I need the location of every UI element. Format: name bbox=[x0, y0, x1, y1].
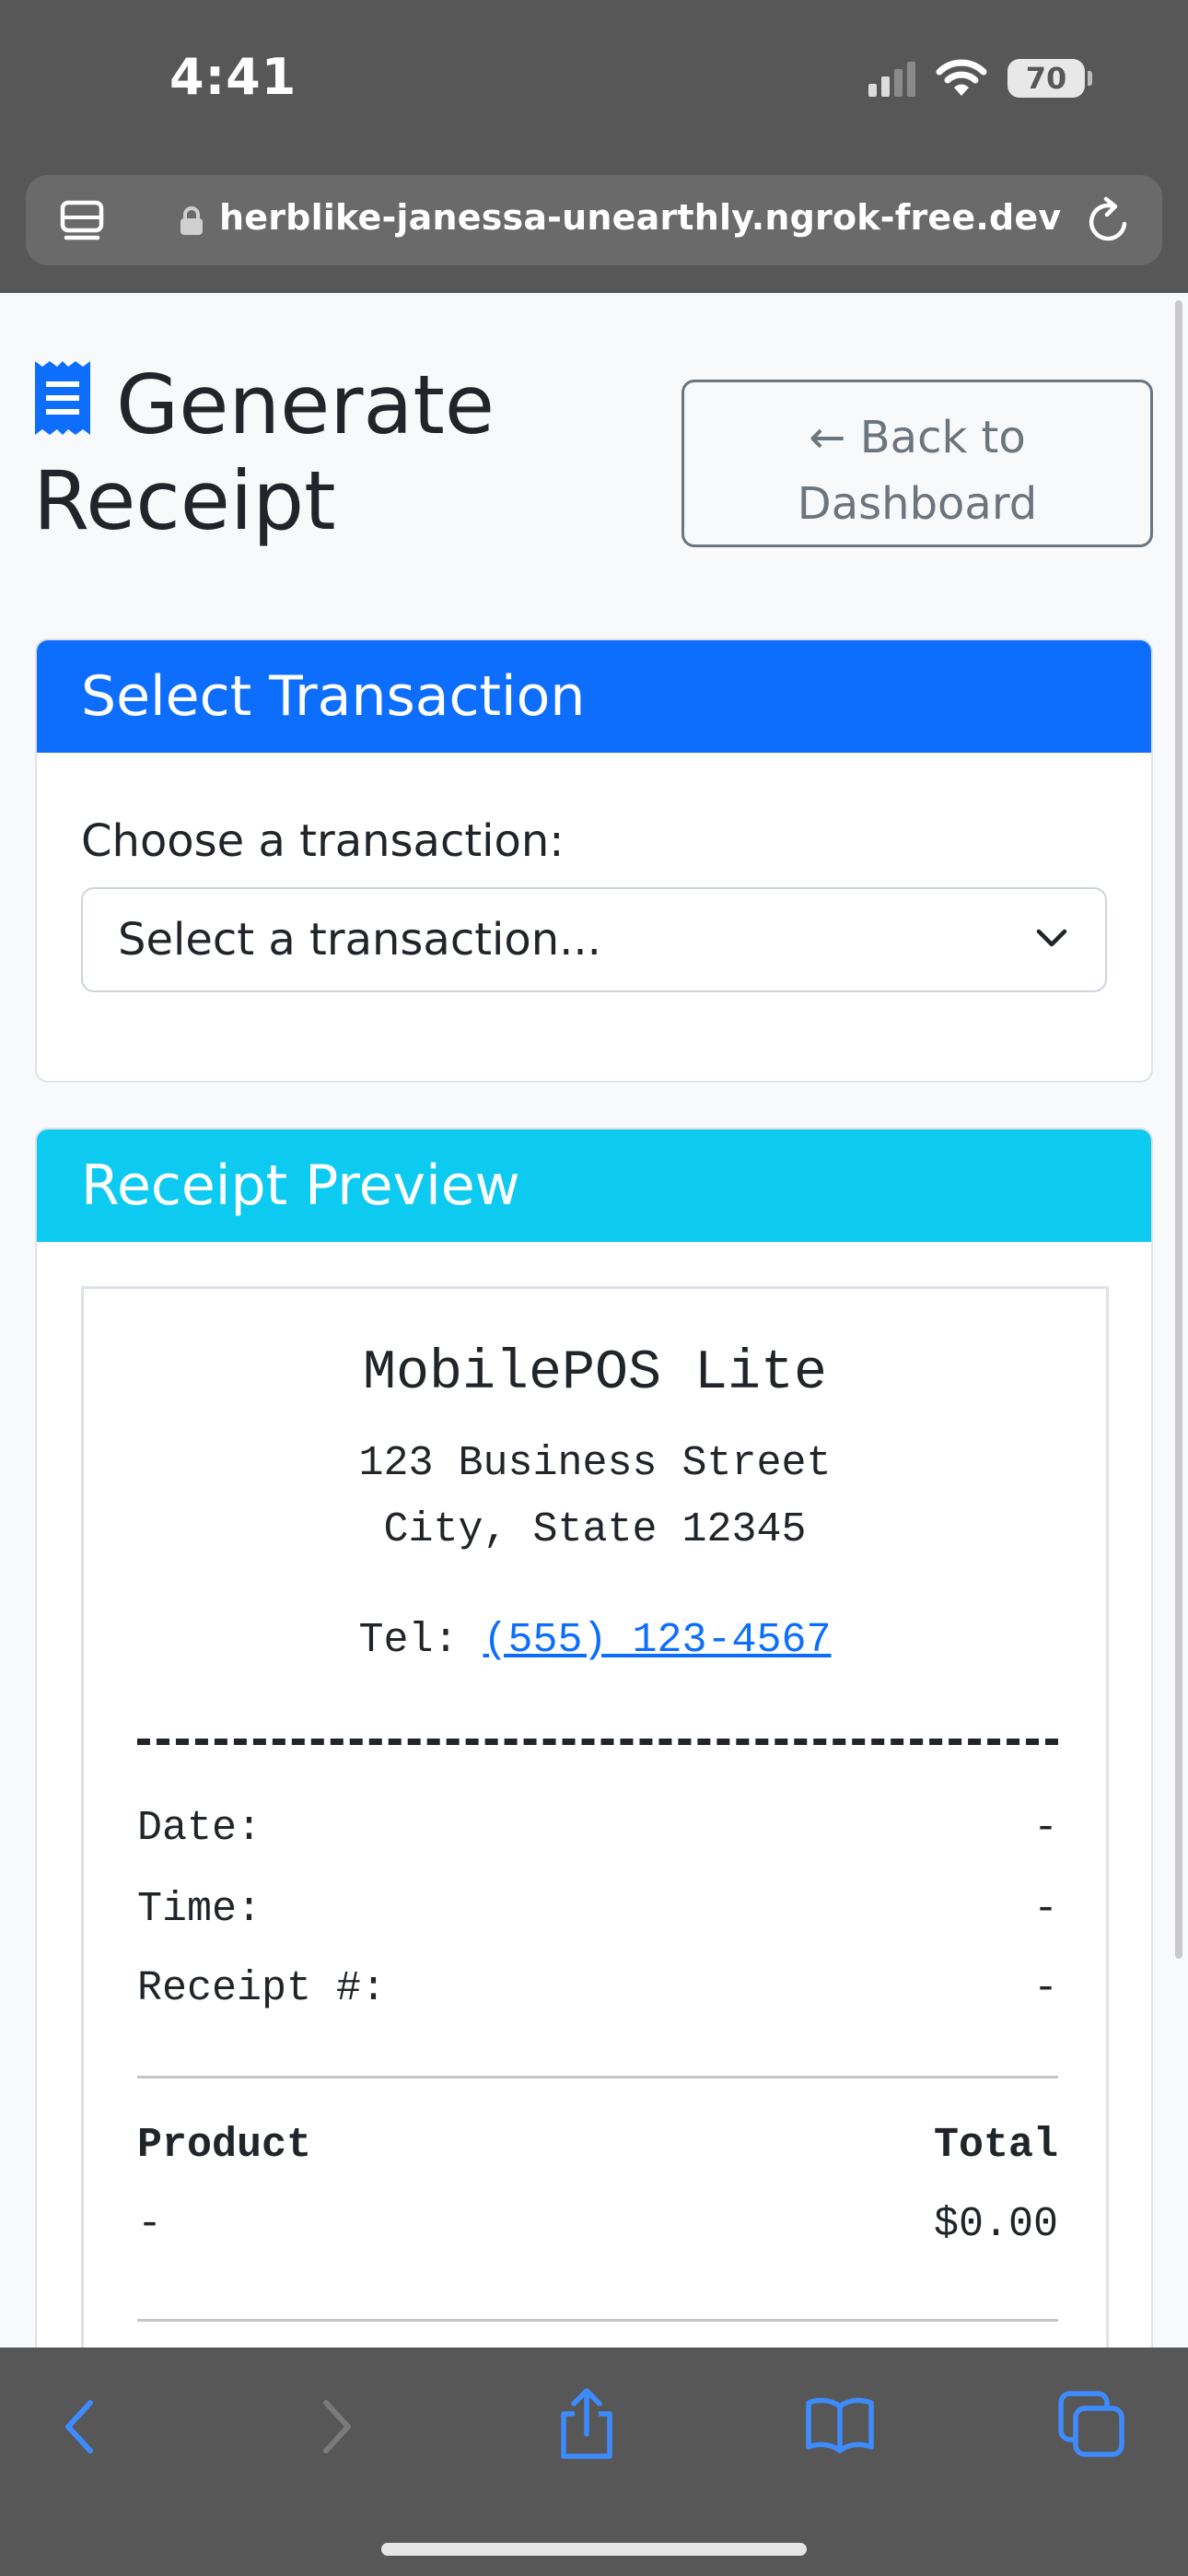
transaction-select[interactable]: Select a transaction... bbox=[81, 887, 1107, 992]
tel-link[interactable]: (555) 123-4567 bbox=[483, 1617, 831, 1664]
cellular-signal-icon bbox=[868, 60, 915, 97]
item-product: - bbox=[137, 2201, 163, 2248]
page-title: Generate Receipt bbox=[33, 357, 604, 549]
bookmarks-icon[interactable] bbox=[803, 2394, 877, 2454]
total-column-header: Total bbox=[933, 2122, 1058, 2169]
select-transaction-header: Select Transaction bbox=[37, 640, 1151, 753]
lock-icon bbox=[181, 206, 203, 235]
forward-icon[interactable] bbox=[319, 2397, 355, 2456]
item-total: $0.00 bbox=[933, 2201, 1058, 2248]
address-bar[interactable]: herblike-janessa-unearthly.ngrok-free.de… bbox=[26, 175, 1162, 265]
dashed-divider bbox=[137, 1739, 1058, 1745]
wifi-icon bbox=[936, 59, 987, 96]
receipt-icon bbox=[35, 361, 90, 435]
product-column-header: Product bbox=[137, 2122, 312, 2169]
page-title-text: Generate Receipt bbox=[33, 357, 495, 548]
home-indicator[interactable] bbox=[381, 2543, 807, 2556]
status-icons: 70 bbox=[868, 53, 1092, 103]
browser-top-chrome: 4:41 70 herblike-janessa-unearthly.ngrok… bbox=[0, 0, 1188, 293]
store-telephone: Tel: (555) 123-4567 bbox=[84, 1617, 1106, 1664]
transaction-label: Choose a transaction: bbox=[81, 815, 565, 867]
back-to-dashboard-button[interactable]: ← Back to Dashboard bbox=[681, 380, 1153, 547]
battery-icon: 70 bbox=[1007, 59, 1092, 98]
store-name: MobilePOS Lite bbox=[362, 1342, 828, 1405]
store-address-line2: City, State 12345 bbox=[383, 1506, 807, 1553]
url-text[interactable]: herblike-janessa-unearthly.ngrok-free.de… bbox=[219, 197, 1061, 238]
receipt-paper: MobilePOS Lite 123 Business Street City,… bbox=[81, 1286, 1109, 2348]
date-value: - bbox=[1032, 1805, 1058, 1852]
reload-icon[interactable] bbox=[1083, 193, 1135, 247]
page-content[interactable]: Generate Receipt ← Back to Dashboard Sel… bbox=[0, 293, 1188, 2348]
time-value: - bbox=[1032, 1886, 1058, 1933]
share-icon[interactable] bbox=[554, 2386, 619, 2462]
back-icon[interactable] bbox=[61, 2397, 98, 2456]
browser-toolbar bbox=[0, 2348, 1188, 2576]
receipt-number-label: Receipt #: bbox=[137, 1965, 387, 2012]
receipt-number-row: Receipt #: - bbox=[137, 1965, 1058, 2012]
receipt-preview-card: Receipt Preview MobilePOS Lite 123 Busin… bbox=[35, 1128, 1153, 2348]
item-row: - $0.00 bbox=[137, 2201, 1058, 2248]
tab-overview-icon[interactable] bbox=[57, 197, 107, 247]
divider bbox=[137, 2076, 1058, 2078]
receipt-number-value: - bbox=[1032, 1965, 1058, 2012]
receipt-date-row: Date: - bbox=[137, 1805, 1058, 1852]
tel-label: Tel: bbox=[358, 1617, 459, 1664]
date-label: Date: bbox=[137, 1805, 262, 1852]
store-address-line1: 123 Business Street bbox=[358, 1440, 832, 1487]
tabs-icon[interactable] bbox=[1057, 2390, 1125, 2458]
transaction-select-value: Select a transaction... bbox=[118, 914, 601, 966]
page-scrollbar[interactable] bbox=[1175, 300, 1182, 1959]
items-header-row: Product Total bbox=[137, 2122, 1058, 2169]
time-label: Time: bbox=[137, 1886, 262, 1933]
select-transaction-card: Select Transaction Choose a transaction:… bbox=[35, 638, 1153, 1083]
status-time: 4:41 bbox=[169, 48, 297, 106]
chevron-down-icon bbox=[1036, 929, 1067, 947]
receipt-time-row: Time: - bbox=[137, 1886, 1058, 1933]
receipt-preview-header: Receipt Preview bbox=[37, 1130, 1151, 1242]
divider bbox=[137, 2319, 1058, 2322]
